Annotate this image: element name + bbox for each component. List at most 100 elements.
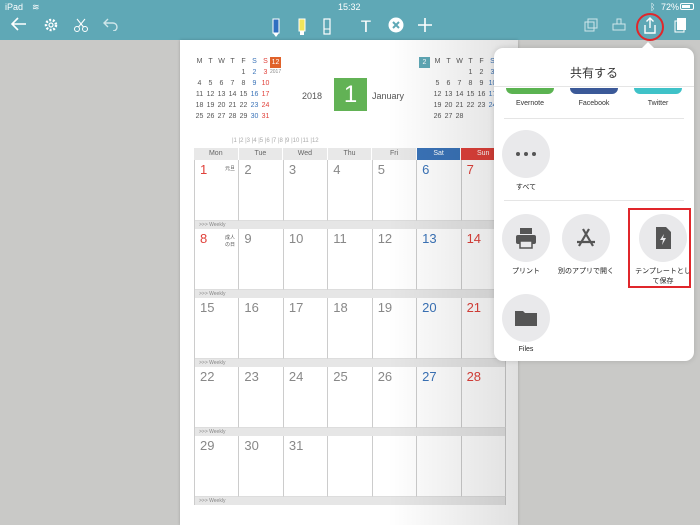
- twitter-label[interactable]: Twitter: [628, 100, 688, 107]
- mini-day[interactable]: 12: [205, 90, 216, 99]
- mini-day[interactable]: 24: [260, 101, 271, 110]
- mini-day[interactable]: 13: [443, 90, 454, 99]
- facebook-label[interactable]: Facebook: [564, 100, 624, 107]
- day-cell[interactable]: 12: [372, 229, 418, 290]
- pen-icon[interactable]: [265, 17, 287, 37]
- mini-day[interactable]: 17: [260, 90, 271, 99]
- mini-day[interactable]: [476, 112, 487, 121]
- day-cell[interactable]: 27: [417, 367, 462, 428]
- day-cell[interactable]: 2: [239, 160, 284, 221]
- week-number-strip[interactable]: |1 |2 |3 |4 |5 |6 |7 |8 |9 |10 |11 |12: [232, 138, 319, 144]
- twitter-icon[interactable]: [634, 88, 682, 94]
- day-cell[interactable]: 4: [328, 160, 373, 221]
- mini-day[interactable]: 1: [238, 68, 249, 77]
- day-cell[interactable]: 18: [328, 298, 373, 359]
- evernote-icon[interactable]: [506, 88, 554, 94]
- mini-day[interactable]: 21: [227, 101, 238, 110]
- mini-day[interactable]: 28: [227, 112, 238, 121]
- evernote-label[interactable]: Evernote: [500, 100, 560, 107]
- day-cell[interactable]: 28: [461, 367, 506, 428]
- mini-day[interactable]: 27: [443, 112, 454, 121]
- mini-day[interactable]: 19: [432, 101, 443, 110]
- mini-day[interactable]: 13: [216, 90, 227, 99]
- mini-day[interactable]: 27: [216, 112, 227, 121]
- close-circle-icon[interactable]: [385, 17, 407, 37]
- mini-day[interactable]: 14: [454, 90, 465, 99]
- weekly-link[interactable]: >>> Weekly: [194, 428, 506, 436]
- day-cell[interactable]: 5: [372, 160, 418, 221]
- day-cell[interactable]: [461, 436, 506, 497]
- day-cell[interactable]: 17: [283, 298, 329, 359]
- mini-day[interactable]: 2: [249, 68, 260, 77]
- day-cell[interactable]: 29: [195, 436, 240, 497]
- mini-day[interactable]: 14: [227, 90, 238, 99]
- text-tool-icon[interactable]: T: [355, 17, 377, 37]
- mini-day[interactable]: 8: [465, 79, 476, 88]
- mini-day[interactable]: 5: [432, 79, 443, 88]
- mini-day[interactable]: 2: [476, 68, 487, 77]
- mini-day[interactable]: 28: [454, 112, 465, 121]
- weekly-link[interactable]: >>> Weekly: [194, 221, 506, 229]
- print-button[interactable]: プリント: [496, 214, 556, 276]
- mini-day[interactable]: 9: [476, 79, 487, 88]
- gear-icon[interactable]: [40, 17, 62, 37]
- mini-day[interactable]: 9: [249, 79, 260, 88]
- mini-day[interactable]: 12: [432, 90, 443, 99]
- day-cell[interactable]: 3: [283, 160, 329, 221]
- weekly-link[interactable]: >>> Weekly: [194, 290, 506, 298]
- mini-day[interactable]: [465, 112, 476, 121]
- mini-day[interactable]: [194, 68, 205, 77]
- day-cell[interactable]: [328, 436, 373, 497]
- mini-day[interactable]: 1: [465, 68, 476, 77]
- mini-day[interactable]: 8: [238, 79, 249, 88]
- mini-day[interactable]: 7: [454, 79, 465, 88]
- mini-day[interactable]: 30: [249, 112, 260, 121]
- files-button[interactable]: Files: [496, 294, 556, 353]
- eraser-icon[interactable]: [316, 17, 338, 37]
- mini-day[interactable]: 23: [249, 101, 260, 110]
- mini-day[interactable]: 4: [194, 79, 205, 88]
- undo-icon[interactable]: [100, 17, 122, 37]
- day-cell[interactable]: 11: [328, 229, 373, 290]
- mini-day[interactable]: 26: [432, 112, 443, 121]
- day-cell[interactable]: 9: [239, 229, 284, 290]
- day-cell[interactable]: 22: [195, 367, 240, 428]
- pages-icon[interactable]: [670, 17, 692, 37]
- day-cell[interactable]: 24: [283, 367, 329, 428]
- mini-day[interactable]: 25: [194, 112, 205, 121]
- mini-day[interactable]: 31: [260, 112, 271, 121]
- day-cell[interactable]: 30: [239, 436, 284, 497]
- day-cell[interactable]: 20: [417, 298, 462, 359]
- day-cell[interactable]: 19: [372, 298, 418, 359]
- scissors-icon[interactable]: [70, 17, 92, 37]
- stamp-icon[interactable]: [608, 17, 630, 37]
- day-cell[interactable]: 25: [328, 367, 373, 428]
- day-cell[interactable]: 6: [417, 160, 462, 221]
- day-cell[interactable]: [417, 436, 462, 497]
- mini-day[interactable]: 15: [238, 90, 249, 99]
- mini-day[interactable]: 22: [465, 101, 476, 110]
- mini-day[interactable]: 10: [260, 79, 271, 88]
- weekly-link[interactable]: >>> Weekly: [194, 359, 506, 367]
- mini-day[interactable]: 19: [205, 101, 216, 110]
- back-arrow-icon[interactable]: [8, 17, 30, 37]
- day-cell[interactable]: 23: [239, 367, 284, 428]
- mini-day[interactable]: [227, 68, 238, 77]
- mini-day[interactable]: 29: [238, 112, 249, 121]
- day-cell[interactable]: 8 成人の日: [195, 229, 240, 290]
- mini-day[interactable]: 16: [476, 90, 487, 99]
- mini-day[interactable]: [454, 68, 465, 77]
- day-cell[interactable]: 15: [195, 298, 240, 359]
- day-cell[interactable]: 16: [239, 298, 284, 359]
- mini-day[interactable]: 6: [443, 79, 454, 88]
- mini-day[interactable]: 11: [194, 90, 205, 99]
- day-cell[interactable]: [372, 436, 418, 497]
- mini-day[interactable]: 6: [216, 79, 227, 88]
- mini-day[interactable]: 21: [454, 101, 465, 110]
- open-in-another-app-button[interactable]: 別のアプリで開く: [556, 214, 616, 276]
- layers-icon[interactable]: [580, 17, 602, 37]
- mini-day[interactable]: 16: [249, 90, 260, 99]
- mini-day[interactable]: [205, 68, 216, 77]
- weekly-link[interactable]: >>> Weekly: [194, 497, 506, 505]
- current-month-number[interactable]: 1: [334, 78, 367, 111]
